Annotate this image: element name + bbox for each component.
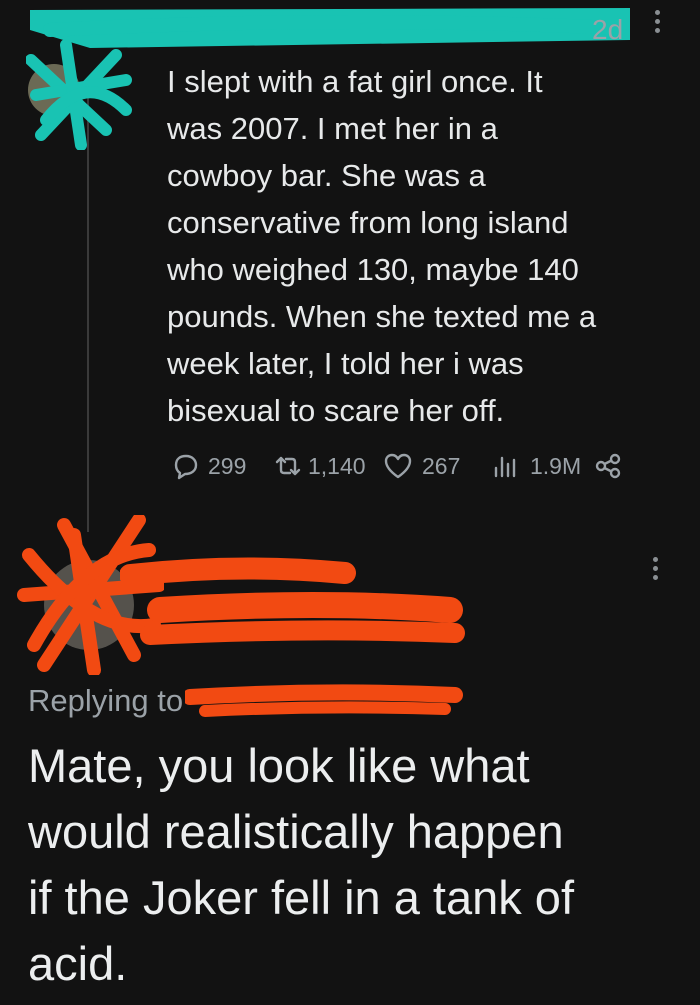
views-icon [494, 456, 516, 478]
views-count: 1.9M [530, 452, 582, 479]
reply-author-redaction [120, 557, 465, 645]
tweet-text: I slept with a fat girl once. It was 200… [167, 64, 597, 428]
retweet-count: 1,140 [308, 452, 366, 479]
replying-to-label: Replying to [28, 683, 184, 718]
more-icon[interactable] [650, 10, 664, 40]
retweet-button[interactable]: 1,140 [272, 450, 366, 482]
reply-count: 299 [208, 452, 247, 479]
thread-line [87, 92, 89, 532]
tweet-timestamp[interactable]: 2d [592, 14, 623, 46]
views-button[interactable]: 1.9M [490, 450, 581, 482]
like-icon [384, 453, 412, 479]
like-button[interactable]: 267 [382, 450, 460, 482]
share-button[interactable] [592, 450, 624, 482]
like-count: 267 [422, 452, 461, 479]
reply-text: Mate, you look like what would realistic… [28, 739, 575, 990]
more-icon-reply[interactable] [648, 557, 662, 587]
tweet-actions: 299 1,140 267 1.9M [170, 450, 650, 488]
replying-to-handle-redaction [185, 684, 463, 717]
reply-icon [174, 454, 198, 480]
retweet-icon [275, 456, 301, 476]
share-icon [595, 453, 621, 479]
reply-button[interactable]: 299 [170, 450, 246, 482]
